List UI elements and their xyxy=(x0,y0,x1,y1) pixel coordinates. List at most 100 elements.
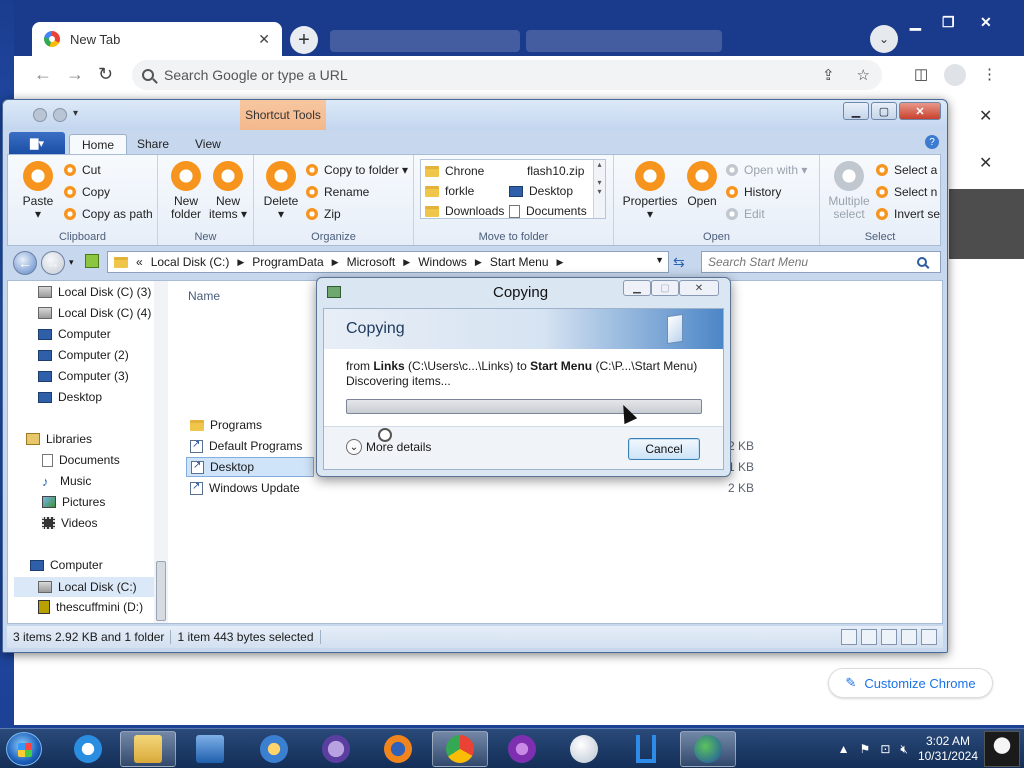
chevron-right-icon[interactable]: ▶ xyxy=(403,257,410,268)
details-view-icon[interactable] xyxy=(841,629,857,645)
back-arrow-icon[interactable]: ← xyxy=(34,64,52,85)
open-button[interactable]: Open xyxy=(684,161,720,208)
new-folder-button[interactable]: New folder xyxy=(166,161,206,221)
file-row-desktop-selected[interactable]: Desktop xyxy=(186,457,314,477)
nav-item-pictures[interactable]: Pictures xyxy=(42,495,105,509)
breadcrumb-programdata[interactable]: ProgramData ▶ xyxy=(252,255,338,269)
nav-item-drive[interactable]: Local Disk (C) (4) xyxy=(38,306,151,320)
chevron-right-icon[interactable]: ▶ xyxy=(475,257,482,268)
recent-locations-dropdown-icon[interactable]: ▾ xyxy=(69,257,74,268)
close-button[interactable]: ✕ xyxy=(899,102,941,120)
start-button[interactable] xyxy=(6,732,42,766)
open-with-button[interactable]: Open with ▾ xyxy=(726,163,807,177)
cut-button[interactable]: Cut xyxy=(64,163,101,177)
background-tab[interactable] xyxy=(526,30,722,52)
taskbar-app-5[interactable] xyxy=(308,731,364,767)
contextual-tab-shortcut-tools[interactable]: Shortcut Tools xyxy=(240,100,326,130)
tab-search-chevron-icon[interactable]: ⌄ xyxy=(870,25,898,53)
nav-item-documents[interactable]: Documents xyxy=(42,453,120,467)
preview-pane-icon[interactable] xyxy=(901,629,917,645)
search-box[interactable] xyxy=(701,251,941,273)
nav-item-drive[interactable]: Local Disk (C) (3) xyxy=(38,285,151,299)
move-target-documents[interactable]: Documents xyxy=(509,204,587,218)
taskbar-app-4[interactable] xyxy=(246,731,302,767)
nav-item-computer-root[interactable]: Computer xyxy=(30,558,103,572)
cancel-button[interactable]: Cancel xyxy=(628,438,700,460)
customize-chrome-button[interactable]: ✎ Customize Chrome xyxy=(828,668,993,698)
close-icon[interactable]: ✕ xyxy=(980,14,992,31)
pane-toggle-icon[interactable] xyxy=(881,629,897,645)
nav-item-usb-drive[interactable]: thescuffmini (D:) xyxy=(38,600,143,614)
nav-item-music[interactable]: ♪ Music xyxy=(42,474,91,488)
refresh-icon[interactable]: ⇆ xyxy=(673,254,685,271)
copy-button[interactable]: Copy xyxy=(64,185,110,199)
invert-selection-button[interactable]: Invert se xyxy=(876,207,940,221)
taskbar-app-10[interactable] xyxy=(618,731,674,767)
breadcrumb-overflow[interactable]: « xyxy=(136,255,143,269)
copy-path-button[interactable]: Copy as path xyxy=(64,207,153,221)
nav-item-computer[interactable]: Computer (2) xyxy=(38,348,129,362)
network-icon[interactable]: ⊡ xyxy=(880,742,890,756)
breadcrumb-microsoft[interactable]: Microsoft ▶ xyxy=(347,255,411,269)
move-target-downloads[interactable]: Downloads xyxy=(425,204,504,218)
paste-button[interactable]: Paste ▾ xyxy=(18,161,58,221)
close-button[interactable]: ✕ xyxy=(679,280,719,296)
tab-view[interactable]: View xyxy=(183,134,233,154)
nav-item-computer[interactable]: Computer xyxy=(38,327,111,341)
zip-button[interactable]: Zip xyxy=(306,207,341,221)
breadcrumb-local-disk[interactable]: Local Disk (C:) ▶ xyxy=(151,255,245,269)
nav-item-videos[interactable]: Videos xyxy=(42,516,97,530)
properties-button[interactable]: Properties ▾ xyxy=(622,161,678,221)
taskbar-explorer[interactable] xyxy=(120,731,176,767)
new-items-button[interactable]: New items ▾ xyxy=(208,161,248,221)
new-tab-button[interactable]: + xyxy=(290,26,318,54)
taskbar-media-player[interactable] xyxy=(182,731,238,767)
scrollbar-thumb[interactable] xyxy=(156,561,166,621)
maximize-button[interactable]: ▢ xyxy=(871,102,897,120)
qat-dropdown-icon[interactable]: ▾ xyxy=(73,108,78,122)
taskbar-firefox[interactable] xyxy=(370,731,426,767)
edit-button[interactable]: Edit xyxy=(726,207,765,221)
taskbar-app-9[interactable] xyxy=(556,731,612,767)
minimize-icon[interactable]: ▁ xyxy=(910,14,921,31)
file-row-programs[interactable]: Programs xyxy=(186,415,314,435)
select-none-button[interactable]: Select n xyxy=(876,185,937,199)
thumbnails-view-icon[interactable] xyxy=(861,629,877,645)
chevron-down-icon[interactable]: ⌄ xyxy=(346,439,362,455)
dialog-titlebar[interactable]: Copying ▁ ▢ ✕ xyxy=(317,278,730,308)
move-target-flash10-zip[interactable]: flash10.zip xyxy=(527,164,584,178)
back-button[interactable]: ← xyxy=(13,251,37,275)
file-menu-button[interactable]: ▇▾ xyxy=(9,132,65,154)
share-icon[interactable]: ⇪ xyxy=(822,66,835,84)
forward-button[interactable]: → xyxy=(41,251,65,275)
address-dropdown-icon[interactable]: ▼ xyxy=(655,255,664,265)
rename-button[interactable]: Rename xyxy=(306,185,369,199)
chevron-right-icon[interactable]: ▶ xyxy=(332,257,339,268)
qat-properties-icon[interactable] xyxy=(33,108,47,122)
taskbar-chrome[interactable] xyxy=(432,731,488,767)
file-row-default-programs[interactable]: Default Programs xyxy=(186,436,314,456)
move-target-chrone[interactable]: Chrone xyxy=(425,164,484,178)
omnibox[interactable]: Search Google or type a URL ⇪ ☆ xyxy=(132,60,882,90)
close-icon[interactable]: ✕ xyxy=(979,153,992,173)
move-target-forkle[interactable]: forkle xyxy=(425,184,474,198)
show-hidden-icons-icon[interactable]: ▲ xyxy=(838,742,850,756)
close-icon[interactable]: ✕ xyxy=(979,106,992,126)
tab-share[interactable]: Share xyxy=(125,134,181,154)
chevron-right-icon[interactable]: ▶ xyxy=(237,257,244,268)
details-pane-icon[interactable] xyxy=(921,629,937,645)
select-all-button[interactable]: Select a xyxy=(876,163,937,177)
minimize-button[interactable]: ▁ xyxy=(623,280,651,296)
up-folder-icon[interactable] xyxy=(85,254,99,268)
copy-to-folder-button[interactable]: Copy to folder ▾ xyxy=(306,163,408,177)
explorer-titlebar[interactable]: ▾ Shortcut Tools ▁ ▢ ✕ xyxy=(3,100,947,130)
side-panel-icon[interactable]: ◫ xyxy=(914,65,928,83)
restore-icon[interactable]: ❐ xyxy=(942,14,955,31)
taskbar-app-8[interactable] xyxy=(494,731,550,767)
taskbar-ie[interactable] xyxy=(60,731,116,767)
nav-item-computer[interactable]: Computer (3) xyxy=(38,369,129,383)
nav-item-local-disk-selected[interactable]: Local Disk (C:) xyxy=(14,577,158,597)
nav-scrollbar[interactable] xyxy=(154,281,168,623)
more-details-toggle[interactable]: ⌄ More details xyxy=(346,439,431,455)
taskbar-app-11[interactable] xyxy=(680,731,736,767)
